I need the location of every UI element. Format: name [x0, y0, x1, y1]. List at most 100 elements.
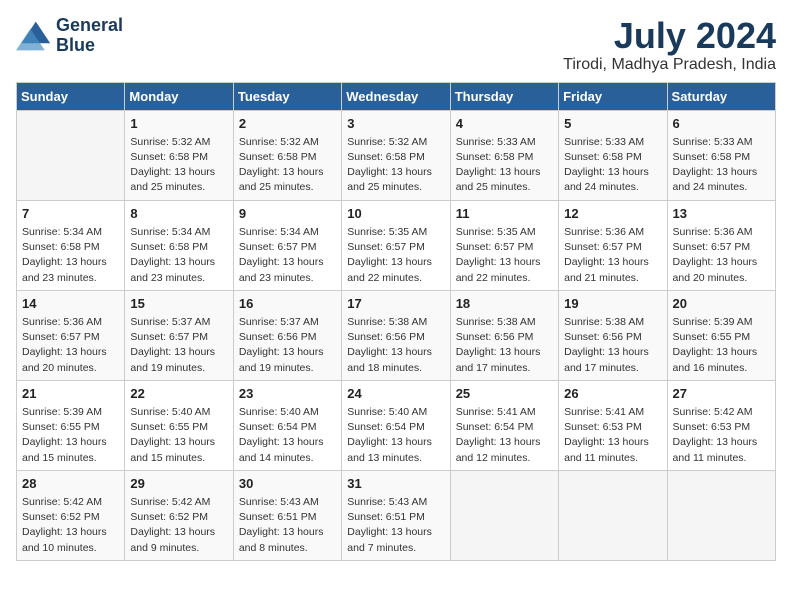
- day-number: 21: [22, 385, 119, 403]
- day-number: 12: [564, 205, 661, 223]
- day-number: 18: [456, 295, 553, 313]
- calendar-table: SundayMondayTuesdayWednesdayThursdayFrid…: [16, 82, 776, 561]
- calendar-cell: 9 Sunrise: 5:34 AM Sunset: 6:57 PM Daylig…: [233, 200, 341, 290]
- calendar-cell: 28 Sunrise: 5:42 AM Sunset: 6:52 PM Dayli…: [17, 470, 125, 560]
- day-number: 29: [130, 475, 227, 493]
- day-number: 27: [673, 385, 770, 403]
- logo-line1: General: [56, 16, 123, 36]
- calendar-week-4: 21 Sunrise: 5:39 AM Sunset: 6:55 PM Dayli…: [17, 380, 776, 470]
- calendar-cell: 13 Sunrise: 5:36 AM Sunset: 6:57 PM Dayli…: [667, 200, 775, 290]
- calendar-week-2: 7Sunrise: 5:34 AM Sunset: 6:58 PM Daylig…: [17, 200, 776, 290]
- calendar-cell: [667, 470, 775, 560]
- day-number: 4: [456, 115, 553, 133]
- day-info: Sunrise: 5:42 AM Sunset: 6:52 PM Dayligh…: [22, 495, 119, 556]
- page-header: General Blue July 2024 Tirodi, Madhya Pr…: [16, 16, 776, 74]
- header-cell-saturday: Saturday: [667, 82, 775, 110]
- header-cell-tuesday: Tuesday: [233, 82, 341, 110]
- calendar-cell: 11 Sunrise: 5:35 AM Sunset: 6:57 PM Dayli…: [450, 200, 558, 290]
- day-info: Sunrise: 5:33 AM Sunset: 6:58 PM Dayligh…: [564, 135, 661, 196]
- day-info: Sunrise: 5:38 AM Sunset: 6:56 PM Dayligh…: [456, 315, 553, 376]
- calendar-cell: [450, 470, 558, 560]
- calendar-cell: 18 Sunrise: 5:38 AM Sunset: 6:56 PM Dayli…: [450, 290, 558, 380]
- calendar-cell: 12 Sunrise: 5:36 AM Sunset: 6:57 PM Dayli…: [559, 200, 667, 290]
- day-number: 31: [347, 475, 444, 493]
- day-info: Sunrise: 5:34 AM Sunset: 6:57 PM Dayligh…: [239, 225, 336, 286]
- day-number: 3: [347, 115, 444, 133]
- calendar-cell: 20 Sunrise: 5:39 AM Sunset: 6:55 PM Dayli…: [667, 290, 775, 380]
- calendar-body: 1 Sunrise: 5:32 AM Sunset: 6:58 PM Daylig…: [17, 110, 776, 560]
- calendar-cell: 15 Sunrise: 5:37 AM Sunset: 6:57 PM Dayli…: [125, 290, 233, 380]
- day-number: 30: [239, 475, 336, 493]
- calendar-cell: 5 Sunrise: 5:33 AM Sunset: 6:58 PM Daylig…: [559, 110, 667, 200]
- day-number: 22: [130, 385, 227, 403]
- day-number: 17: [347, 295, 444, 313]
- day-number: 1: [130, 115, 227, 133]
- day-info: Sunrise: 5:32 AM Sunset: 6:58 PM Dayligh…: [239, 135, 336, 196]
- day-number: 9: [239, 205, 336, 223]
- calendar-cell: 6 Sunrise: 5:33 AM Sunset: 6:58 PM Daylig…: [667, 110, 775, 200]
- calendar-cell: 4 Sunrise: 5:33 AM Sunset: 6:58 PM Daylig…: [450, 110, 558, 200]
- calendar-cell: 21 Sunrise: 5:39 AM Sunset: 6:55 PM Dayli…: [17, 380, 125, 470]
- calendar-header: SundayMondayTuesdayWednesdayThursdayFrid…: [17, 82, 776, 110]
- calendar-cell: 8Sunrise: 5:34 AM Sunset: 6:58 PM Daylig…: [125, 200, 233, 290]
- calendar-cell: 23Sunrise: 5:40 AM Sunset: 6:54 PM Dayli…: [233, 380, 341, 470]
- calendar-cell: 14Sunrise: 5:36 AM Sunset: 6:57 PM Dayli…: [17, 290, 125, 380]
- day-info: Sunrise: 5:41 AM Sunset: 6:54 PM Dayligh…: [456, 405, 553, 466]
- day-number: 28: [22, 475, 119, 493]
- day-info: Sunrise: 5:33 AM Sunset: 6:58 PM Dayligh…: [673, 135, 770, 196]
- day-number: 6: [673, 115, 770, 133]
- day-info: Sunrise: 5:37 AM Sunset: 6:57 PM Dayligh…: [130, 315, 227, 376]
- header-cell-wednesday: Wednesday: [342, 82, 450, 110]
- day-info: Sunrise: 5:34 AM Sunset: 6:58 PM Dayligh…: [22, 225, 119, 286]
- day-number: 24: [347, 385, 444, 403]
- day-number: 8: [130, 205, 227, 223]
- day-info: Sunrise: 5:43 AM Sunset: 6:51 PM Dayligh…: [239, 495, 336, 556]
- day-info: Sunrise: 5:36 AM Sunset: 6:57 PM Dayligh…: [22, 315, 119, 376]
- day-number: 13: [673, 205, 770, 223]
- header-cell-sunday: Sunday: [17, 82, 125, 110]
- day-info: Sunrise: 5:37 AM Sunset: 6:56 PM Dayligh…: [239, 315, 336, 376]
- day-info: Sunrise: 5:42 AM Sunset: 6:52 PM Dayligh…: [130, 495, 227, 556]
- header-cell-monday: Monday: [125, 82, 233, 110]
- day-info: Sunrise: 5:40 AM Sunset: 6:54 PM Dayligh…: [347, 405, 444, 466]
- calendar-cell: 26Sunrise: 5:41 AM Sunset: 6:53 PM Dayli…: [559, 380, 667, 470]
- calendar-cell: 30 Sunrise: 5:43 AM Sunset: 6:51 PM Dayli…: [233, 470, 341, 560]
- logo-line2: Blue: [56, 36, 123, 56]
- day-info: Sunrise: 5:36 AM Sunset: 6:57 PM Dayligh…: [673, 225, 770, 286]
- day-info: Sunrise: 5:33 AM Sunset: 6:58 PM Dayligh…: [456, 135, 553, 196]
- day-info: Sunrise: 5:38 AM Sunset: 6:56 PM Dayligh…: [347, 315, 444, 376]
- day-number: 5: [564, 115, 661, 133]
- calendar-cell: 10Sunrise: 5:35 AM Sunset: 6:57 PM Dayli…: [342, 200, 450, 290]
- calendar-cell: [17, 110, 125, 200]
- day-number: 20: [673, 295, 770, 313]
- calendar-week-3: 14Sunrise: 5:36 AM Sunset: 6:57 PM Dayli…: [17, 290, 776, 380]
- calendar-cell: 7Sunrise: 5:34 AM Sunset: 6:58 PM Daylig…: [17, 200, 125, 290]
- calendar-cell: 24 Sunrise: 5:40 AM Sunset: 6:54 PM Dayli…: [342, 380, 450, 470]
- title-block: July 2024 Tirodi, Madhya Pradesh, India: [563, 16, 776, 74]
- logo-text: General Blue: [56, 16, 123, 56]
- calendar-cell: 16 Sunrise: 5:37 AM Sunset: 6:56 PM Dayli…: [233, 290, 341, 380]
- calendar-cell: 2 Sunrise: 5:32 AM Sunset: 6:58 PM Daylig…: [233, 110, 341, 200]
- day-info: Sunrise: 5:32 AM Sunset: 6:58 PM Dayligh…: [347, 135, 444, 196]
- calendar-subtitle: Tirodi, Madhya Pradesh, India: [563, 56, 776, 74]
- calendar-cell: 29 Sunrise: 5:42 AM Sunset: 6:52 PM Dayli…: [125, 470, 233, 560]
- day-number: 2: [239, 115, 336, 133]
- header-cell-thursday: Thursday: [450, 82, 558, 110]
- day-info: Sunrise: 5:39 AM Sunset: 6:55 PM Dayligh…: [22, 405, 119, 466]
- day-info: Sunrise: 5:38 AM Sunset: 6:56 PM Dayligh…: [564, 315, 661, 376]
- day-info: Sunrise: 5:36 AM Sunset: 6:57 PM Dayligh…: [564, 225, 661, 286]
- calendar-cell: 1Sunrise: 5:32 AM Sunset: 6:58 PM Daylig…: [125, 110, 233, 200]
- day-info: Sunrise: 5:39 AM Sunset: 6:55 PM Dayligh…: [673, 315, 770, 376]
- logo-icon: [16, 18, 52, 54]
- calendar-cell: 19Sunrise: 5:38 AM Sunset: 6:56 PM Dayli…: [559, 290, 667, 380]
- day-number: 11: [456, 205, 553, 223]
- calendar-cell: 25Sunrise: 5:41 AM Sunset: 6:54 PM Dayli…: [450, 380, 558, 470]
- day-number: 16: [239, 295, 336, 313]
- header-cell-friday: Friday: [559, 82, 667, 110]
- calendar-week-5: 28 Sunrise: 5:42 AM Sunset: 6:52 PM Dayli…: [17, 470, 776, 560]
- calendar-cell: 27Sunrise: 5:42 AM Sunset: 6:53 PM Dayli…: [667, 380, 775, 470]
- day-info: Sunrise: 5:40 AM Sunset: 6:55 PM Dayligh…: [130, 405, 227, 466]
- day-number: 15: [130, 295, 227, 313]
- day-info: Sunrise: 5:35 AM Sunset: 6:57 PM Dayligh…: [456, 225, 553, 286]
- day-number: 10: [347, 205, 444, 223]
